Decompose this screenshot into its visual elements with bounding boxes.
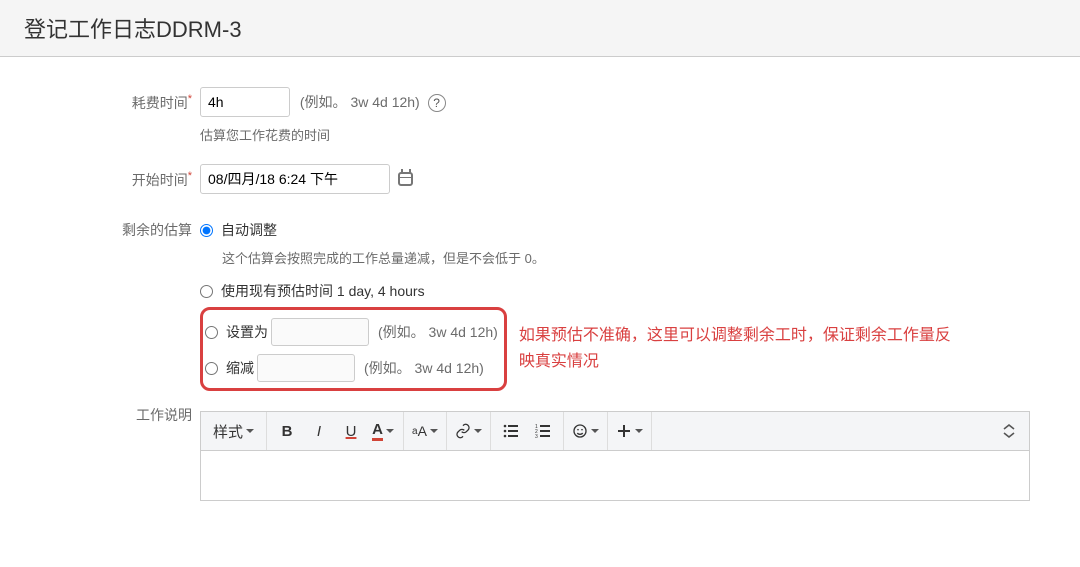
remaining-auto-radio[interactable] — [200, 224, 213, 237]
remaining-existing-option[interactable]: 使用现有预估时间 1 day, 4 hours — [200, 275, 1060, 307]
insert-button[interactable] — [612, 416, 647, 446]
style-dropdown[interactable]: 样式 — [205, 416, 262, 446]
remaining-existing-label: 使用现有预估时间 1 day, 4 hours — [221, 281, 425, 301]
remaining-auto-hint: 这个估算会按照完成的工作总量递减，但是不会低于 0。 — [222, 248, 1060, 267]
collapse-toolbar-button[interactable] — [993, 416, 1025, 446]
work-log-form: 耗费时间* (例如。 3w 4d 12h) ? 估算您工作花费的时间 开始时间*… — [0, 57, 1080, 501]
bullet-list-icon — [503, 423, 519, 439]
svg-text:3: 3 — [535, 434, 538, 439]
chevron-down-icon — [246, 429, 254, 433]
remaining-reduce-by-example: (例如。 3w 4d 12h) — [364, 358, 484, 378]
numbered-list-icon: 123 — [535, 423, 551, 439]
format-dropdown[interactable]: aA — [408, 416, 442, 446]
remaining-set-to-label: 设置为 — [226, 322, 268, 342]
numbered-list-button[interactable]: 123 — [527, 416, 559, 446]
smile-icon — [572, 423, 588, 439]
bold-button[interactable]: B — [271, 416, 303, 446]
remaining-auto-label: 自动调整 — [221, 220, 277, 240]
time-spent-hint: 估算您工作花费的时间 — [200, 125, 1060, 144]
work-description-row: 工作说明 样式 B I U A aA — [0, 399, 1060, 501]
help-icon[interactable]: ? — [428, 94, 446, 112]
annotation-text: 如果预估不准确，这里可以调整剩余工时，保证剩余工作量反映真实情况 — [519, 323, 959, 374]
remaining-estimate-label: 剩余的估算 — [0, 214, 200, 240]
date-started-label: 开始时间* — [0, 164, 200, 190]
remaining-set-to-radio[interactable] — [205, 326, 218, 339]
time-spent-example: (例如。 3w 4d 12h) — [300, 94, 420, 110]
collapse-icon — [1001, 423, 1017, 439]
plus-icon — [616, 423, 632, 439]
time-spent-row: 耗费时间* (例如。 3w 4d 12h) ? 估算您工作花费的时间 — [0, 87, 1060, 158]
time-spent-input[interactable] — [200, 87, 290, 117]
chevron-down-icon — [430, 429, 438, 433]
remaining-reduce-by-label: 缩减 — [226, 358, 254, 378]
work-description-label: 工作说明 — [0, 399, 200, 425]
underline-button[interactable]: U — [335, 416, 367, 446]
remaining-set-to-input[interactable] — [271, 318, 369, 346]
remaining-set-to-option[interactable]: 设置为 (例如。 3w 4d 12h) — [205, 314, 498, 350]
chevron-down-icon — [635, 429, 643, 433]
remaining-reduce-by-option[interactable]: 缩减 (例如。 3w 4d 12h) — [205, 350, 498, 386]
link-button[interactable] — [451, 416, 486, 446]
calendar-icon[interactable] — [398, 172, 413, 186]
remaining-reduce-by-radio[interactable] — [205, 362, 218, 375]
time-spent-label: 耗费时间* — [0, 87, 200, 113]
chevron-down-icon — [386, 429, 394, 433]
work-description-editor[interactable] — [200, 451, 1030, 501]
required-star: * — [188, 170, 192, 182]
remaining-auto-option[interactable]: 自动调整 — [200, 214, 1060, 246]
chevron-down-icon — [474, 429, 482, 433]
date-started-input[interactable] — [200, 164, 390, 194]
text-color-button[interactable]: A — [367, 416, 399, 446]
annotation-highlight-box: 设置为 (例如。 3w 4d 12h) 缩减 (例如。 3w 4d 12h) — [200, 307, 507, 391]
editor-toolbar: 样式 B I U A aA — [200, 411, 1030, 451]
emoji-button[interactable] — [568, 416, 603, 446]
link-icon — [455, 423, 471, 439]
remaining-reduce-by-input[interactable] — [257, 354, 355, 382]
remaining-set-to-example: (例如。 3w 4d 12h) — [378, 322, 498, 342]
remaining-existing-radio[interactable] — [200, 285, 213, 298]
chevron-down-icon — [591, 429, 599, 433]
date-started-row: 开始时间* — [0, 164, 1060, 208]
italic-button[interactable]: I — [303, 416, 335, 446]
bullet-list-button[interactable] — [495, 416, 527, 446]
required-star: * — [188, 93, 192, 105]
dialog-title: 登记工作日志DDRM-3 — [0, 0, 1080, 57]
remaining-estimate-row: 剩余的估算 自动调整 这个估算会按照完成的工作总量递减，但是不会低于 0。 使用… — [0, 214, 1060, 391]
